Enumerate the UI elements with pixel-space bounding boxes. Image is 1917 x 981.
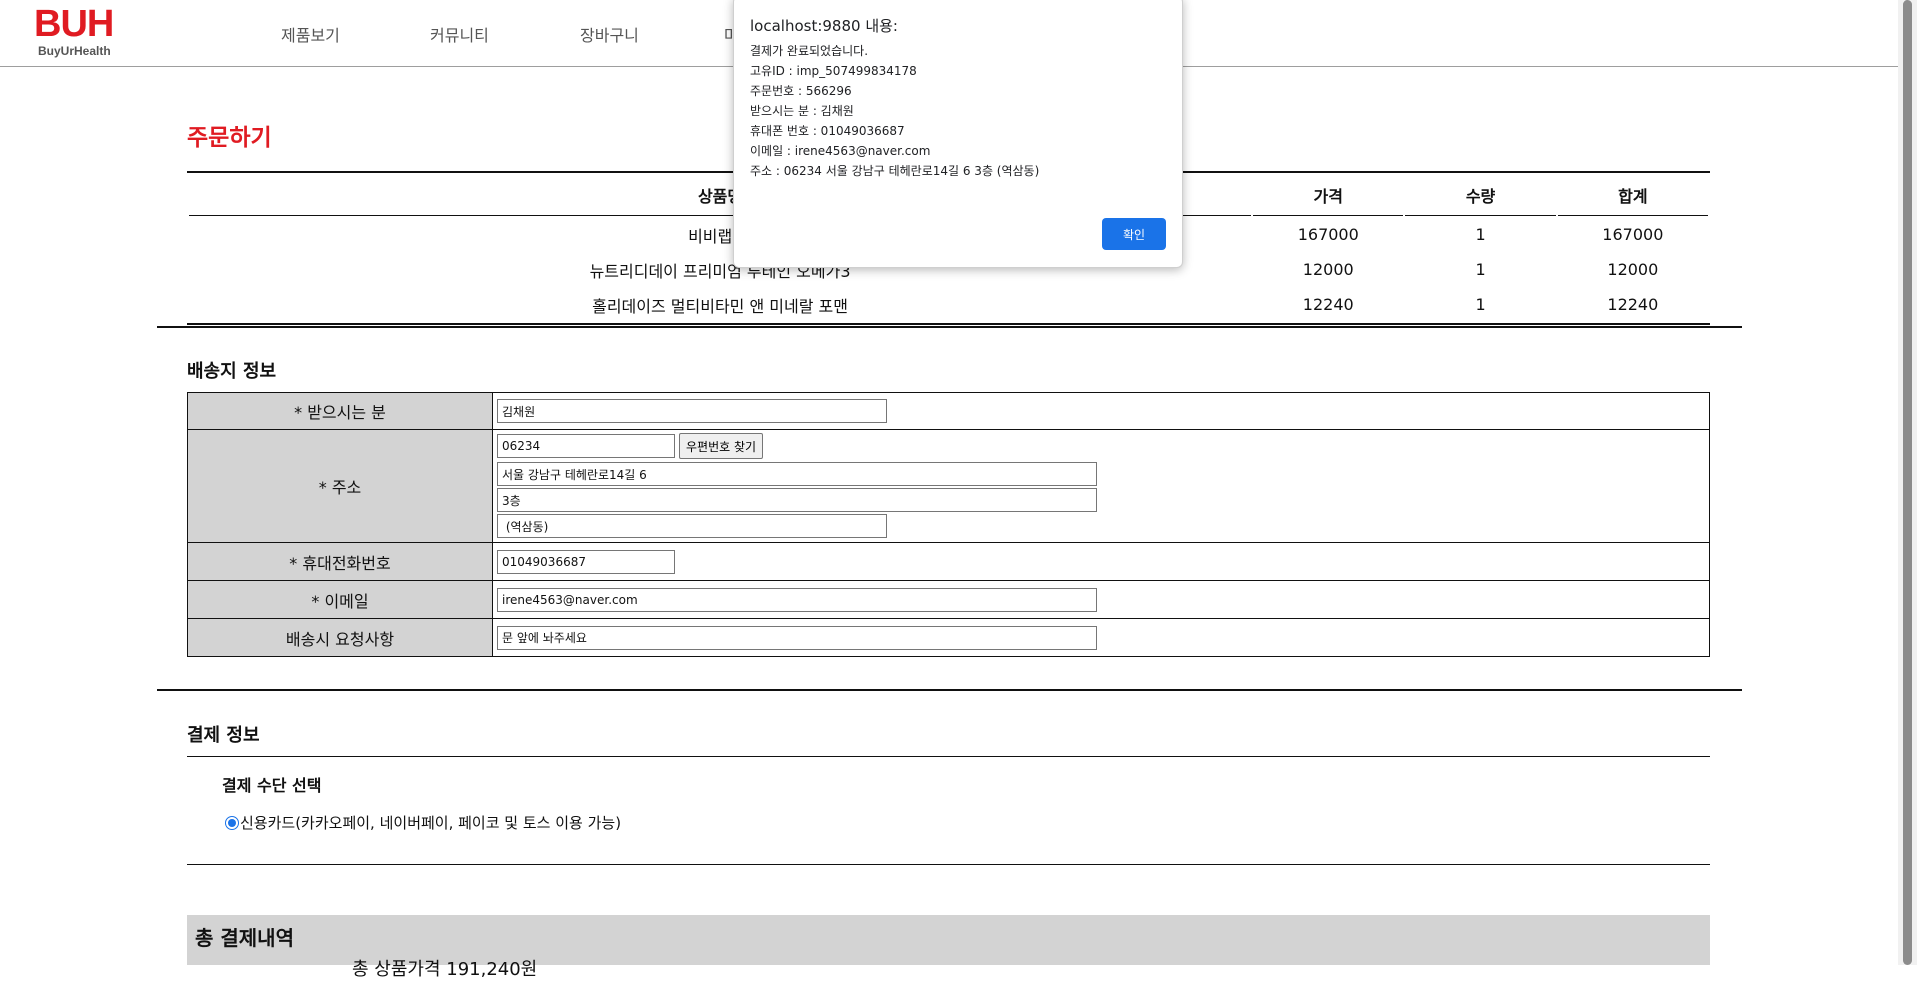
nav-cart[interactable]: 장바구니 bbox=[580, 22, 639, 46]
total-product-price: 총 상품가격 191,240원 bbox=[352, 959, 538, 980]
radio-checked-icon[interactable] bbox=[225, 815, 239, 830]
section-divider bbox=[157, 689, 1742, 691]
column-header-total: 합계 bbox=[1557, 175, 1708, 216]
total-title: 총 결제내역 bbox=[195, 926, 294, 950]
payment-method-title: 결제 수단 선택 bbox=[222, 776, 322, 795]
find-zipcode-button[interactable]: 우편번호 찾기 bbox=[679, 433, 764, 459]
site-logo[interactable]: BUH BuyUrHealth bbox=[34, 4, 138, 60]
shipping-form: * 받으시는 분 * 주소 우편번호 찾기 * 휴대전화번호 * 이메일 배송시… bbox=[187, 392, 1710, 657]
item-price: 167000 bbox=[1297, 225, 1359, 244]
form-row-email: * 이메일 bbox=[187, 580, 1710, 619]
item-total: 167000 bbox=[1602, 225, 1664, 244]
logo-subtitle: BuyUrHealth bbox=[38, 44, 111, 58]
form-row-phone: * 휴대전화번호 bbox=[187, 542, 1710, 581]
nav-community[interactable]: 커뮤니티 bbox=[430, 22, 489, 46]
item-name: 홀리데이즈 멀티비타민 앤 미네랄 포맨 bbox=[592, 296, 848, 316]
zipcode-input[interactable] bbox=[497, 434, 675, 458]
dialog-line: 받으시는 분 : 김채원 bbox=[750, 104, 854, 118]
request-input[interactable] bbox=[497, 625, 1097, 650]
phone-label: * 휴대전화번호 bbox=[187, 542, 493, 581]
recipient-input[interactable] bbox=[497, 399, 887, 423]
dialog-line: 이메일 : irene4563@naver.com bbox=[750, 144, 931, 158]
page-title: 주문하기 bbox=[187, 125, 272, 151]
dialog-title: localhost:9880 내용: bbox=[750, 17, 898, 35]
scrollbar-thumb[interactable] bbox=[1903, 0, 1912, 965]
vertical-scrollbar[interactable] bbox=[1898, 0, 1917, 965]
email-label: * 이메일 bbox=[187, 580, 493, 619]
column-header-qty: 수량 bbox=[1405, 175, 1556, 216]
zipcode-group: 우편번호 찾기 bbox=[497, 432, 1705, 460]
dialog-line: 주소 : 06234 서울 강남구 테헤란로14길 6 3층 (역삼동) bbox=[750, 164, 1040, 178]
item-qty: 1 bbox=[1475, 225, 1486, 244]
dialog-ok-button[interactable]: 확인 bbox=[1102, 218, 1166, 250]
alert-dialog: localhost:9880 내용: 결제가 완료되었습니다. 고유ID : i… bbox=[733, 0, 1183, 268]
address-label: * 주소 bbox=[187, 429, 493, 543]
item-qty: 1 bbox=[1475, 295, 1486, 314]
shipping-section-title: 배송지 정보 bbox=[187, 361, 277, 382]
payment-method-option[interactable]: 신용카드(카카오페이, 네이버페이, 페이코 및 토스 이용 가능) bbox=[225, 812, 621, 833]
dialog-message: 결제가 완료되었습니다. 고유ID : imp_507499834178 주문번… bbox=[750, 41, 1039, 181]
form-row-address: * 주소 우편번호 찾기 bbox=[187, 429, 1710, 543]
item-qty: 1 bbox=[1475, 260, 1486, 279]
email-input[interactable] bbox=[497, 587, 1097, 612]
form-row-recipient: * 받으시는 분 bbox=[187, 392, 1710, 430]
item-price: 12240 bbox=[1302, 295, 1354, 314]
section-divider bbox=[157, 326, 1742, 328]
dialog-line: 주문번호 : 566296 bbox=[750, 84, 852, 98]
form-row-request: 배송시 요청사항 bbox=[187, 618, 1710, 657]
dialog-line: 휴대폰 번호 : 01049036687 bbox=[750, 124, 905, 138]
request-label: 배송시 요청사항 bbox=[187, 618, 493, 657]
phone-input[interactable] bbox=[497, 549, 675, 574]
address-input[interactable] bbox=[497, 462, 1097, 486]
payment-section-title: 결제 정보 bbox=[187, 725, 260, 746]
table-row: 홀리데이즈 멀티비타민 앤 미네랄 포맨 12240 1 12240 bbox=[189, 288, 1708, 321]
item-price: 12000 bbox=[1302, 260, 1354, 279]
item-total: 12000 bbox=[1607, 260, 1659, 279]
logo-mark: BUH bbox=[34, 3, 114, 45]
dialog-line: 고유ID : imp_507499834178 bbox=[750, 64, 917, 78]
recipient-label: * 받으시는 분 bbox=[187, 392, 493, 430]
total-summary: 총 결제내역 총 상품가격 191,240원 bbox=[187, 915, 1710, 980]
dialog-line: 결제가 완료되었습니다. bbox=[750, 44, 869, 58]
payment-method-label: 신용카드(카카오페이, 네이버페이, 페이코 및 토스 이용 가능) bbox=[240, 814, 622, 832]
nav-products[interactable]: 제품보기 bbox=[281, 22, 340, 46]
section-divider bbox=[187, 756, 1710, 757]
item-total: 12240 bbox=[1607, 295, 1659, 314]
address-extra-input[interactable] bbox=[497, 514, 887, 538]
column-header-price: 가격 bbox=[1253, 175, 1404, 216]
section-divider bbox=[187, 864, 1710, 865]
address-detail-input[interactable] bbox=[497, 488, 1097, 512]
